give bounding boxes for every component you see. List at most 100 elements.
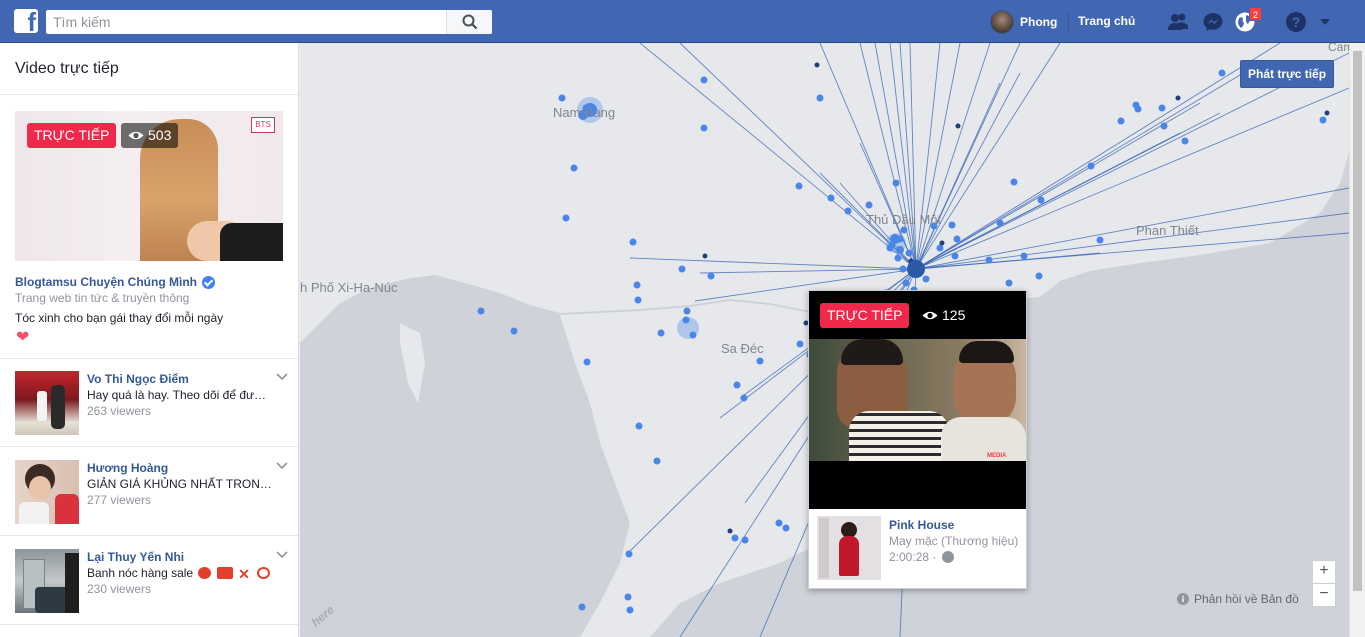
viewer-cluster bbox=[896, 246, 904, 254]
viewer-dot bbox=[570, 164, 578, 172]
viewer-dot bbox=[683, 307, 691, 315]
info-icon: i bbox=[1177, 593, 1189, 605]
viewer-dot bbox=[633, 281, 641, 289]
facebook-logo-icon[interactable]: f bbox=[14, 9, 38, 33]
live-video-popup[interactable]: TRỰC TIẾP 125 MEDIA Pink House May mặc (… bbox=[808, 290, 1027, 589]
broadcaster-name[interactable]: Vo Thi Ngọc Điểm bbox=[87, 372, 189, 386]
viewer-dot bbox=[678, 265, 686, 273]
divider bbox=[0, 624, 298, 625]
place-label: Sa Đéc bbox=[721, 341, 764, 356]
list-item[interactable]: Lại Thuy Yến Nhi Banh nóc hàng sale ✕ 23… bbox=[0, 536, 298, 625]
video-thumbnail[interactable] bbox=[15, 371, 79, 435]
broadcast-hub-marker[interactable] bbox=[907, 260, 925, 278]
viewer-dot bbox=[562, 214, 570, 222]
viewer-dot bbox=[905, 249, 913, 257]
connection-line bbox=[909, 43, 917, 270]
search-button[interactable] bbox=[446, 10, 492, 34]
viewer-dot bbox=[1132, 101, 1140, 109]
viewer-dot bbox=[1005, 279, 1013, 287]
viewer-dot bbox=[657, 329, 665, 337]
place-label: h Phố Xi-Ha-Núc bbox=[300, 280, 398, 295]
viewer-dot bbox=[996, 219, 1004, 227]
public-globe-icon bbox=[942, 551, 955, 563]
alarm-clock-emoji-icon bbox=[198, 567, 212, 579]
viewer-count-badge: 503 bbox=[121, 123, 179, 148]
list-item[interactable]: Vo Thi Ngọc Điểm Hay quá là hay. Theo dõ… bbox=[0, 358, 298, 447]
broadcaster-name[interactable]: Pink House bbox=[889, 518, 954, 532]
connection-line bbox=[679, 43, 917, 270]
viewer-dot bbox=[844, 207, 852, 215]
profile-link[interactable]: Phong bbox=[990, 10, 1058, 34]
zoom-in-button[interactable]: + bbox=[1312, 560, 1336, 584]
go-live-button[interactable]: Phát trực tiếp bbox=[1240, 60, 1335, 88]
viewer-dot bbox=[700, 124, 708, 132]
viewer-dot bbox=[626, 606, 634, 614]
viewer-dot bbox=[727, 528, 733, 534]
viewer-dot bbox=[939, 240, 945, 246]
friend-requests-icon[interactable] bbox=[1167, 11, 1189, 33]
eye-icon bbox=[128, 131, 144, 140]
viewer-dot bbox=[796, 340, 804, 348]
scrollbar-thumb[interactable] bbox=[1353, 51, 1362, 591]
messenger-icon[interactable] bbox=[1202, 11, 1224, 33]
broadcaster-name[interactable]: Hương Hoàng bbox=[87, 461, 168, 475]
chevron-down-icon[interactable] bbox=[276, 372, 288, 382]
broadcaster-avatar[interactable] bbox=[817, 516, 881, 580]
featured-page-name-text[interactable]: Blogtamsu Chuyện Chúng Mình bbox=[15, 275, 197, 289]
viewer-dot bbox=[756, 357, 764, 365]
viewer-dot bbox=[689, 331, 697, 339]
featured-page-name[interactable]: Blogtamsu Chuyện Chúng Mình bbox=[15, 275, 215, 289]
list-item[interactable]: Hương Hoàng GIẢN GIÁ KHỦNG NHẤT TRONG...… bbox=[0, 447, 298, 536]
map-feedback-label[interactable]: Phản hồi về Bản đồ bbox=[1194, 592, 1299, 606]
viewer-dot bbox=[1181, 137, 1189, 145]
divider bbox=[0, 94, 298, 95]
connection-line bbox=[699, 268, 917, 274]
viewer-dot bbox=[816, 94, 824, 102]
viewer-dot bbox=[477, 307, 485, 315]
viewer-dot bbox=[782, 524, 790, 532]
video-title: Banh nóc hàng sale bbox=[87, 566, 194, 580]
chevron-down-icon[interactable] bbox=[276, 550, 288, 560]
connection-line bbox=[639, 43, 917, 270]
account-menu-chevron-down-icon[interactable] bbox=[1318, 15, 1332, 29]
zoom-out-button[interactable]: − bbox=[1312, 583, 1336, 607]
map-feedback-link[interactable]: i Phản hồi về Bản đồ bbox=[1177, 592, 1299, 606]
home-link[interactable]: Trang chủ bbox=[1078, 14, 1135, 28]
live-badge: TRỰC TIẾP bbox=[27, 123, 117, 148]
viewer-dot bbox=[733, 381, 741, 389]
help-icon[interactable]: ? bbox=[1285, 11, 1307, 33]
place-label: Nam Đang bbox=[553, 105, 616, 120]
channel-logo: BTS bbox=[251, 117, 275, 133]
popup-video-player[interactable]: TRỰC TIẾP 125 MEDIA bbox=[809, 291, 1026, 509]
viewer-dot bbox=[740, 394, 748, 402]
viewer-dot bbox=[775, 519, 783, 527]
viewer-dot bbox=[1096, 236, 1104, 244]
viewer-dot bbox=[707, 272, 715, 280]
viewer-dot bbox=[625, 550, 633, 558]
viewer-dot bbox=[1160, 122, 1168, 130]
scrollbar[interactable] bbox=[1349, 43, 1365, 637]
viewer-dot bbox=[1218, 69, 1226, 77]
live-badge: TRỰC TIẾP bbox=[820, 303, 910, 328]
sos-emoji-icon bbox=[216, 567, 233, 579]
search-input[interactable] bbox=[46, 10, 441, 34]
viewer-dot bbox=[1175, 95, 1181, 101]
heart-icon: ❤ bbox=[16, 329, 30, 346]
live-duration: 2:00:28 · bbox=[889, 550, 955, 564]
viewer-dot bbox=[894, 254, 902, 262]
notification-badge: 2 bbox=[1249, 7, 1262, 21]
viewer-count: 263 viewers bbox=[87, 404, 152, 418]
broadcaster-name[interactable]: Lại Thuy Yến Nhi bbox=[87, 550, 184, 564]
viewer-dot bbox=[1324, 110, 1330, 116]
viewer-dot bbox=[653, 457, 661, 465]
viewer-dot bbox=[865, 201, 873, 209]
viewer-dot bbox=[741, 536, 749, 544]
chevron-down-icon[interactable] bbox=[276, 461, 288, 471]
featured-video-thumbnail[interactable]: BTS TRỰC TIẾP 503 bbox=[15, 111, 283, 261]
profile-name: Phong bbox=[1020, 15, 1058, 29]
divider bbox=[1068, 13, 1069, 31]
viewer-dot bbox=[1035, 272, 1043, 280]
video-thumbnail[interactable] bbox=[15, 549, 79, 613]
viewer-dot bbox=[814, 62, 820, 68]
video-thumbnail[interactable] bbox=[15, 460, 79, 524]
